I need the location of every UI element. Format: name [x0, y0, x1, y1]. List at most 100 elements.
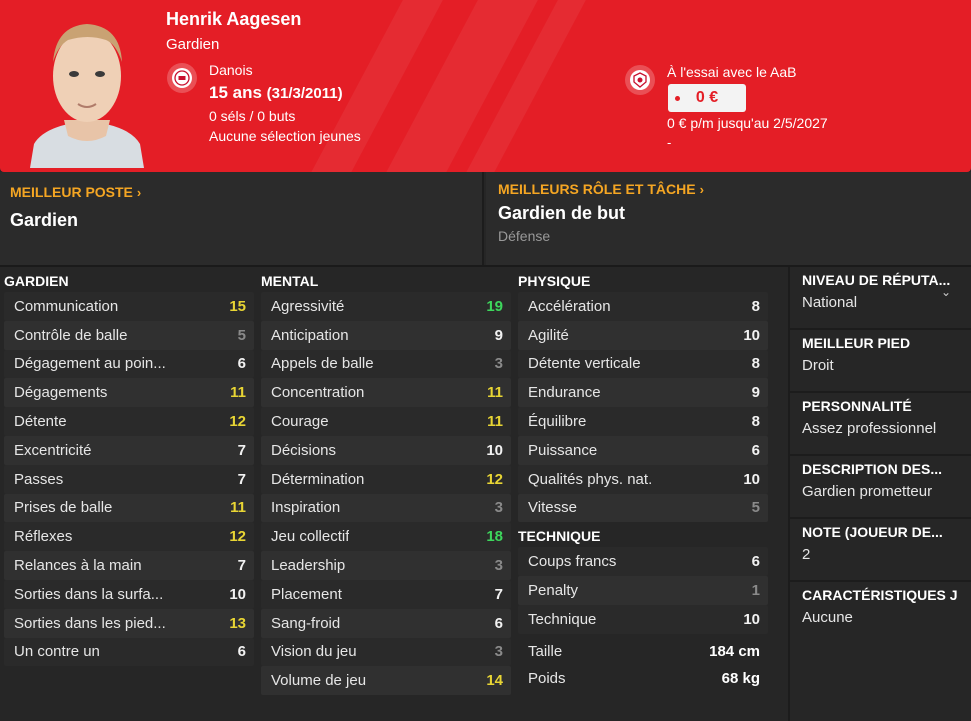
attribute-value: 7	[237, 557, 246, 575]
best-position-panel: MEILLEUR POSTE › Gardien	[0, 172, 484, 265]
info-block: NIVEAU DE RÉPUTA... National ⌄	[790, 267, 971, 330]
attribute-name: Réflexes	[14, 528, 73, 546]
info-label[interactable]: CARACTÉRISTIQUES J	[802, 587, 967, 603]
youth-caps: Aucune sélection jeunes	[209, 128, 361, 144]
best-position-value: Gardien	[10, 210, 79, 230]
aab-crest-icon	[633, 72, 647, 88]
attribute-row[interactable]: Communication 15	[4, 292, 254, 321]
attribute-row[interactable]: Détermination 12	[261, 464, 511, 494]
attribute-name: Accélération	[528, 297, 611, 315]
attribute-value: 13	[229, 614, 246, 632]
attribute-row[interactable]: Vitesse 5	[518, 493, 768, 523]
info-label[interactable]: DESCRIPTION DES...	[802, 461, 967, 477]
best-role-link[interactable]: MEILLEURS RÔLE ET TÂCHE ›	[498, 181, 704, 197]
attribute-name: Prises de balle	[14, 499, 113, 517]
attribute-name: Penalty	[528, 582, 579, 600]
attribute-row[interactable]: Inspiration 3	[261, 493, 511, 523]
attribute-name: Équilibre	[528, 413, 587, 431]
attribute-row[interactable]: Détente verticale 8	[518, 349, 768, 379]
attribute-value: 11	[487, 384, 503, 402]
attribute-name: Un contre un	[14, 643, 100, 661]
attribute-name: Excentricité	[14, 441, 92, 459]
attribute-value: 11	[487, 413, 503, 431]
attribute-row[interactable]: Accélération 8	[518, 292, 768, 321]
attribute-name: Contrôle de balle	[14, 326, 128, 344]
attribute-row[interactable]: Sorties dans les pied... 13	[4, 608, 254, 638]
attribute-row[interactable]: Concentration 11	[261, 378, 511, 408]
attribute-name: Poids	[528, 669, 566, 687]
attribute-value: 6	[237, 643, 246, 661]
chevron-down-icon[interactable]: ⌄	[941, 285, 951, 299]
attribute-row[interactable]: Courage 11	[261, 407, 511, 436]
attribute-value: 6	[494, 614, 503, 632]
info-label[interactable]: NOTE (JOUEUR DE...	[802, 524, 967, 540]
attribute-row[interactable]: Agilité 10	[518, 320, 768, 350]
attribute-row[interactable]: Passes 7	[4, 464, 254, 494]
attribute-value: 7	[237, 470, 246, 488]
trial-status[interactable]: À l'essai avec le AaB	[667, 64, 797, 80]
attribute-row[interactable]: Prises de balle 11	[4, 493, 254, 523]
attribute-row[interactable]: Appels de balle 3	[261, 349, 511, 379]
dbu-crest-icon	[174, 70, 190, 86]
attribute-row[interactable]: Technique 10	[518, 604, 768, 634]
best-role-panel: MEILLEURS RÔLE ET TÂCHE › Gardien de but …	[486, 172, 971, 265]
contract-extra: -	[667, 135, 672, 150]
attribute-row[interactable]: Leadership 3	[261, 551, 511, 580]
attribute-row[interactable]: Endurance 9	[518, 378, 768, 408]
attribute-row[interactable]: Réflexes 12	[4, 522, 254, 552]
attribute-name: Passes	[14, 470, 64, 488]
attribute-value: 12	[486, 470, 503, 488]
goalkeeping-attributes: GARDIEN Communication 15 Contrôle de balle…	[0, 270, 254, 667]
attribute-name: Communication	[14, 297, 119, 315]
info-value: Gardien prometteur	[802, 483, 933, 500]
attribute-value: 1	[751, 582, 760, 600]
age: 15 ans (31/3/2011)	[209, 83, 343, 102]
attribute-row[interactable]: Sorties dans la surfa... 10	[4, 579, 254, 609]
attribute-row[interactable]: Puissance 6	[518, 435, 768, 465]
attribute-row[interactable]: Sang-froid 6	[261, 608, 511, 638]
attribute-row[interactable]: Anticipation 9	[261, 320, 511, 350]
attribute-name: Détente verticale	[528, 355, 641, 373]
attribute-row[interactable]: Relances à la main 7	[4, 551, 254, 580]
nation-badge[interactable]	[167, 63, 197, 93]
attribute-row[interactable]: Contrôle de balle 5	[4, 320, 254, 350]
attribute-value: 6	[751, 553, 760, 571]
attribute-row[interactable]: Jeu collectif 18	[261, 522, 511, 552]
attribute-row[interactable]: Dégagement au poin... 6	[4, 349, 254, 379]
attribute-row[interactable]: Qualités phys. nat. 10	[518, 464, 768, 494]
attribute-value: 3	[494, 499, 503, 517]
attribute-value: 6	[237, 355, 246, 373]
info-value: Assez professionnel	[802, 420, 937, 437]
attribute-row[interactable]: Équilibre 8	[518, 407, 768, 436]
attribute-row[interactable]: Agressivité 19	[261, 292, 511, 321]
attribute-value: 8	[751, 297, 760, 315]
player-position: Gardien	[166, 36, 220, 53]
attribute-row[interactable]: Vision du jeu 3	[261, 637, 511, 667]
attribute-name: Inspiration	[271, 499, 341, 517]
attribute-row[interactable]: Détente 12	[4, 407, 254, 436]
info-value: Aucune	[802, 609, 853, 626]
info-label[interactable]: PERSONNALITÉ	[802, 398, 967, 414]
attribute-value: 5	[751, 499, 760, 517]
info-label[interactable]: MEILLEUR PIED	[802, 335, 967, 351]
attribute-row[interactable]: Penalty 1	[518, 576, 768, 605]
attribute-name: Détente	[14, 413, 67, 431]
attribute-value: 12	[229, 413, 246, 431]
attribute-row[interactable]: Coups francs 6	[518, 547, 768, 577]
attribute-row[interactable]: Excentricité 7	[4, 435, 254, 465]
attribute-row[interactable]: Un contre un 6	[4, 637, 254, 667]
attribute-name: Sorties dans la surfa...	[14, 585, 164, 603]
physical-measure-row: Taille 184 cm	[518, 638, 768, 665]
club-badge[interactable]	[625, 65, 655, 95]
attribute-name: Jeu collectif	[271, 528, 350, 546]
attribute-name: Agilité	[528, 326, 569, 344]
nationality[interactable]: Danois	[209, 62, 253, 78]
attribute-row[interactable]: Dégagements 11	[4, 378, 254, 408]
attribute-value: 11	[230, 384, 246, 402]
transfer-value[interactable]: 0 €	[668, 84, 746, 112]
attribute-row[interactable]: Placement 7	[261, 579, 511, 609]
best-position-link[interactable]: MEILLEUR POSTE ›	[10, 184, 141, 200]
attribute-name: Concentration	[271, 384, 365, 402]
attribute-row[interactable]: Volume de jeu 14	[261, 666, 511, 696]
attribute-row[interactable]: Décisions 10	[261, 435, 511, 465]
